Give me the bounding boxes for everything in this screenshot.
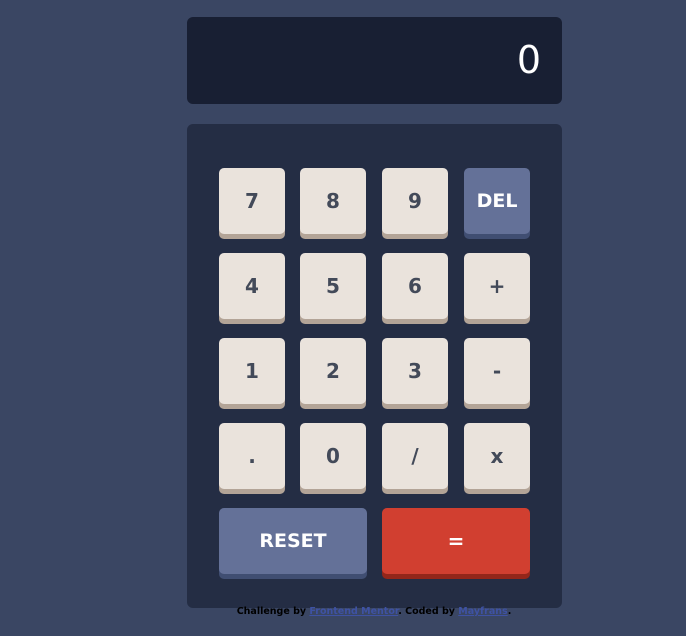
key-4[interactable]: 4 bbox=[219, 253, 285, 319]
key-7[interactable]: 7 bbox=[219, 168, 285, 234]
key-5[interactable]: 5 bbox=[300, 253, 366, 319]
key-multiply[interactable]: x bbox=[464, 423, 530, 489]
key-3[interactable]: 3 bbox=[382, 338, 448, 404]
author-link[interactable]: Mayfrans bbox=[458, 606, 507, 617]
key-9[interactable]: 9 bbox=[382, 168, 448, 234]
delete-button[interactable]: DEL bbox=[464, 168, 530, 234]
display-value: 0 bbox=[516, 38, 541, 82]
attribution-suffix: . bbox=[507, 606, 512, 617]
key-1[interactable]: 1 bbox=[219, 338, 285, 404]
key-0[interactable]: 0 bbox=[300, 423, 366, 489]
attribution-footer: Challenge by Frontend Mentor. Coded by M… bbox=[0, 606, 686, 617]
key-2[interactable]: 2 bbox=[300, 338, 366, 404]
attribution-middle: . Coded by bbox=[398, 606, 459, 617]
key-divide[interactable]: / bbox=[382, 423, 448, 489]
attribution-prefix: Challenge by bbox=[236, 606, 310, 617]
key-minus[interactable]: - bbox=[464, 338, 530, 404]
key-decimal[interactable]: . bbox=[219, 423, 285, 489]
frontend-mentor-link[interactable]: Frontend Mentor bbox=[309, 606, 398, 617]
key-8[interactable]: 8 bbox=[300, 168, 366, 234]
reset-button[interactable]: RESET bbox=[219, 508, 367, 574]
equals-button[interactable]: = bbox=[382, 508, 530, 574]
keypad: 7 8 9 DEL 4 5 6 + 1 2 3 - . 0 / x RESET … bbox=[187, 124, 562, 608]
key-plus[interactable]: + bbox=[464, 253, 530, 319]
key-6[interactable]: 6 bbox=[382, 253, 448, 319]
calculator-display: 0 bbox=[187, 17, 562, 104]
